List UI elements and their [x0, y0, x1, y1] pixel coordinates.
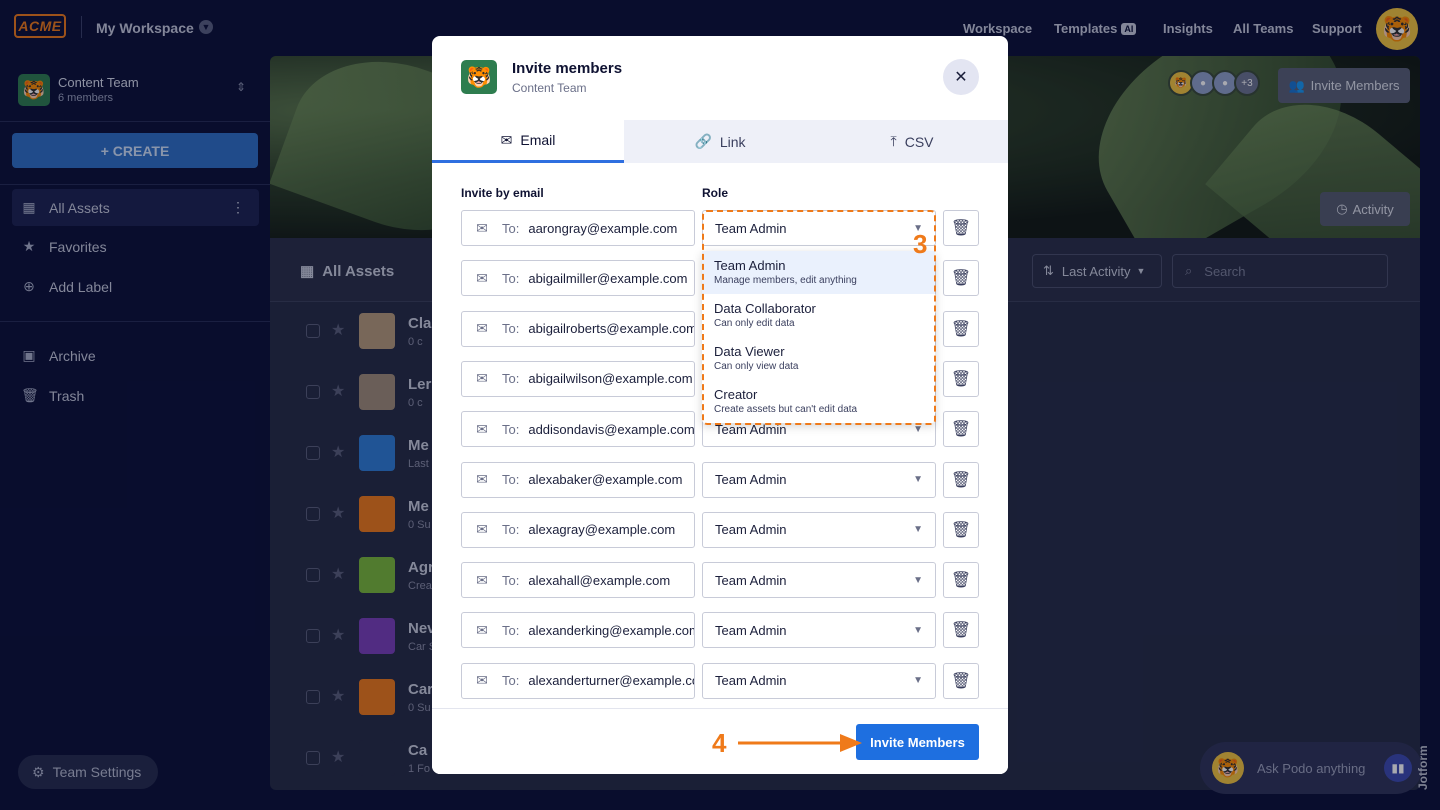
email-value: abigailwilson@example.com [528, 371, 693, 387]
delete-row-button[interactable]: 🗑 [943, 360, 979, 397]
chevron-down-icon: ▼ [913, 474, 923, 485]
invite-tabs: ✉ Email 🔗 Link ⤒ CSV [432, 120, 1008, 163]
delete-row-button[interactable]: 🗑 [943, 461, 979, 498]
email-field[interactable]: ✉ To: abigailroberts@example.com [461, 310, 695, 347]
email-field[interactable]: ✉ To: alexahall@example.com [461, 562, 695, 599]
delete-row-button[interactable]: 🗑 [943, 562, 979, 599]
modal-subtitle: Content Team [512, 81, 587, 95]
email-field[interactable]: ✉ To: addisondavis@example.com [461, 411, 695, 448]
envelope-icon: ✉ [476, 219, 488, 236]
delete-row-button[interactable]: 🗑 [943, 612, 979, 649]
team-avatar: 🐯 [461, 60, 497, 94]
email-value: alexabaker@example.com [528, 472, 683, 487]
email-value: abigailmiller@example.com [528, 270, 688, 286]
to-label: To: [502, 421, 520, 437]
email-field[interactable]: ✉ To: abigailmiller@example.com [461, 260, 695, 297]
role-select[interactable]: Team Admin ▼ [702, 562, 936, 599]
delete-row-button[interactable]: 🗑 [943, 411, 979, 448]
to-label: To: [502, 472, 520, 487]
trash-icon: 🗑 [950, 672, 972, 690]
delete-row-button[interactable]: 🗑 [943, 260, 979, 297]
annotation-step-4: 4 [712, 728, 727, 758]
tab-link[interactable]: 🔗 Link [624, 120, 816, 163]
annotation-step-3: 3 [913, 229, 928, 259]
role-value: Team Admin [715, 522, 787, 538]
tab-label: CSV [904, 133, 934, 150]
envelope-icon: ✉ [500, 131, 513, 148]
tab-csv[interactable]: ⤒ CSV [816, 120, 1008, 163]
envelope-icon: ✉ [476, 471, 488, 487]
trash-icon: 🗑 [950, 572, 972, 590]
role-value: Team Admin [715, 622, 787, 638]
invite-members-submit-button[interactable]: Invite Members [856, 724, 979, 760]
role-select[interactable]: Team Admin ▼ [702, 461, 936, 498]
chevron-down-icon: ▼ [913, 574, 923, 586]
chevron-down-icon: ▼ [913, 524, 923, 536]
chevron-down-icon: ▼ [913, 423, 923, 435]
email-value: alexagray@example.com [528, 522, 676, 538]
envelope-icon: ✉ [476, 420, 488, 437]
to-label: To: [502, 220, 520, 236]
envelope-icon: ✉ [476, 521, 488, 538]
tab-label: Link [719, 133, 746, 150]
to-label: To: [502, 572, 520, 588]
delete-row-button[interactable]: 🗑 [943, 310, 979, 347]
envelope-icon: ✉ [476, 571, 488, 588]
delete-row-button[interactable]: 🗑 [943, 662, 979, 699]
trash-icon: 🗑 [950, 270, 972, 288]
envelope-icon: ✉ [476, 269, 488, 286]
role-select[interactable]: Team Admin ▼ [702, 511, 936, 548]
role-value: Team Admin [715, 673, 787, 689]
envelope-icon: ✉ [476, 370, 488, 387]
envelope-icon: ✉ [476, 320, 488, 337]
email-field[interactable]: ✉ To: aarongray@example.com [461, 210, 695, 246]
to-label: To: [502, 371, 520, 387]
upload-icon: ⤒ [890, 133, 897, 149]
email-value: addisondavis@example.com [528, 421, 694, 437]
email-value: aarongray@example.com [528, 220, 678, 236]
trash-icon: 🗑 [950, 471, 972, 489]
trash-icon: 🗑 [950, 370, 972, 388]
annotation-highlight-box [702, 210, 936, 425]
envelope-icon: ✉ [476, 621, 488, 638]
email-field[interactable]: ✉ To: alexanderturner@example.com [461, 662, 695, 699]
email-value: alexahall@example.com [528, 572, 671, 588]
role-value: Team Admin [715, 572, 787, 588]
email-field[interactable]: ✉ To: alexanderking@example.com [461, 612, 695, 649]
role-select[interactable]: Team Admin ▼ [702, 612, 936, 649]
email-field[interactable]: ✉ To: alexagray@example.com [461, 511, 695, 548]
to-label: To: [502, 622, 520, 638]
annotation-arrow [738, 734, 862, 752]
role-value: Team Admin [715, 472, 787, 487]
chevron-down-icon: ▼ [913, 675, 923, 687]
chevron-down-icon: ▼ [913, 624, 923, 636]
email-field[interactable]: ✉ To: abigailwilson@example.com [461, 360, 695, 397]
tab-email[interactable]: ✉ Email [432, 120, 624, 163]
delete-row-button[interactable]: 🗑 [943, 210, 979, 246]
trash-icon: 🗑 [950, 521, 972, 539]
trash-icon: 🗑 [950, 220, 972, 237]
invite-by-email-label: Invite by email [461, 186, 544, 200]
tab-label: Email [520, 132, 556, 148]
role-select[interactable]: Team Admin ▼ [702, 662, 936, 699]
trash-icon: 🗑 [950, 320, 972, 338]
close-icon[interactable]: ✕ [943, 59, 979, 95]
envelope-icon: ✉ [476, 672, 488, 689]
email-value: abigailroberts@example.com [528, 321, 694, 337]
role-label: Role [702, 186, 729, 200]
to-label: To: [502, 673, 520, 689]
modal-title: Invite members [512, 60, 623, 77]
email-value: alexanderturner@example.com [528, 673, 694, 689]
to-label: To: [502, 522, 520, 538]
trash-icon: 🗑 [950, 421, 972, 439]
to-label: To: [502, 321, 520, 337]
email-field[interactable]: ✉ To: alexabaker@example.com [461, 461, 695, 498]
delete-row-button[interactable]: 🗑 [943, 511, 979, 548]
trash-icon: 🗑 [950, 622, 972, 640]
to-label: To: [502, 270, 520, 286]
email-value: alexanderking@example.com [528, 622, 694, 638]
link-icon: 🔗 [694, 133, 712, 149]
